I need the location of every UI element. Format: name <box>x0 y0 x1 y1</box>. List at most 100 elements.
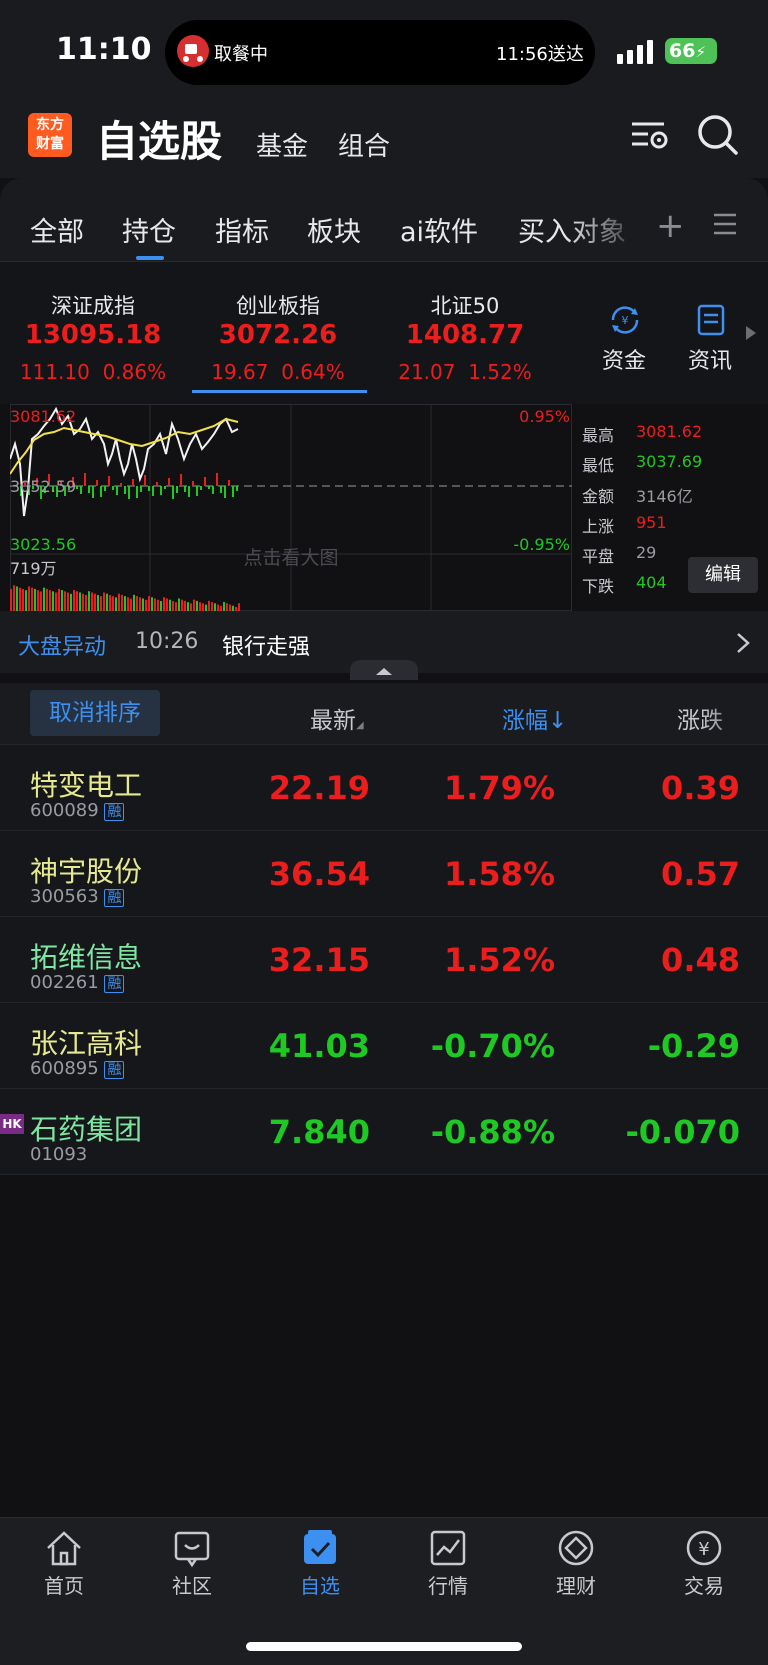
wealth-icon[interactable] <box>556 1528 596 1568</box>
stock-code: 600089 <box>30 800 99 821</box>
chart-volume-bars <box>10 585 240 611</box>
tab-overflow-fade <box>566 200 646 250</box>
menu-icon[interactable] <box>712 212 738 236</box>
news-label[interactable]: 资讯 <box>688 343 732 375</box>
nav-item-label[interactable]: 社区 <box>152 1570 232 1599</box>
page-title[interactable]: 自选股 <box>96 108 222 169</box>
chart-pct-low: -0.95% <box>513 535 570 554</box>
margin-trading-tag: 融 <box>104 889 125 907</box>
tab-sectors[interactable]: 板块 <box>307 210 361 249</box>
stat-label: 金额 <box>582 487 615 506</box>
stock-code: 01093 <box>30 1144 88 1165</box>
stock-change: -0.29 <box>647 1027 740 1065</box>
edit-stats-button[interactable]: 编辑 <box>688 557 758 593</box>
add-group-button[interactable]: + <box>656 206 685 246</box>
stock-change: 0.57 <box>661 855 740 893</box>
status-time: 11:10 <box>56 32 152 67</box>
column-latest-price[interactable]: 最新◢ <box>310 701 364 735</box>
chevron-right-icon[interactable] <box>746 326 756 340</box>
fund-flow-label[interactable]: 资金 <box>602 343 646 375</box>
tab-all[interactable]: 全部 <box>30 210 84 249</box>
market-icon[interactable] <box>428 1528 468 1568</box>
index-change-pct: 0.86% <box>102 360 167 384</box>
stat-label: 平盘 <box>582 547 615 566</box>
tab-ai-software[interactable]: ai软件 <box>400 210 478 249</box>
header-nav-portfolio[interactable]: 组合 <box>338 126 390 163</box>
stock-name: 拓维信息 <box>30 941 143 974</box>
community-icon[interactable] <box>172 1528 212 1568</box>
stock-price: 41.03 <box>268 1027 370 1065</box>
tab-holdings[interactable]: 持仓 <box>122 210 176 249</box>
index-change: 19.67 0.64% <box>188 360 368 384</box>
stat-value: 951 <box>636 513 667 532</box>
market-alert-label: 大盘异动 <box>18 635 107 660</box>
tab-active-indicator <box>136 256 164 260</box>
watchlist-icon[interactable] <box>300 1528 340 1568</box>
charging-icon: ⚡ <box>695 43 706 61</box>
index-change: 21.07 1.52% <box>375 360 555 384</box>
stat-label: 最低 <box>582 456 615 475</box>
news-icon[interactable] <box>693 302 729 338</box>
nav-item-label[interactable]: 首页 <box>24 1570 104 1599</box>
margin-trading-tag: 融 <box>104 1061 125 1079</box>
header-nav-fund[interactable]: 基金 <box>256 126 308 163</box>
nav-item-label[interactable]: 交易 <box>664 1570 744 1599</box>
index-change-pct: 0.64% <box>281 360 345 384</box>
chart-high-label: 3081.62 <box>10 407 76 426</box>
index-name: 深证成指 <box>51 294 135 318</box>
fund-flow-icon[interactable]: ¥ <box>607 302 643 338</box>
stat-value: 29 <box>636 543 657 562</box>
home-indicator <box>246 1642 522 1651</box>
chart-volume-label: 719万 <box>10 559 57 578</box>
battery-indicator: 66⚡ <box>665 38 717 64</box>
tab-indicators[interactable]: 指标 <box>215 210 269 249</box>
market-alert-text: 银行走强 <box>222 635 311 660</box>
index-change: 111.10 0.86% <box>3 360 183 384</box>
nav-item-label[interactable]: 理财 <box>536 1570 616 1599</box>
index-selected-indicator <box>192 390 367 393</box>
search-icon[interactable] <box>697 114 739 156</box>
stock-change-pct: -0.70% <box>430 1027 555 1065</box>
stat-value: 3037.69 <box>636 452 703 471</box>
intraday-chart[interactable]: 3081.62 3052.59 3023.56 719万 0.95% -0.95… <box>10 404 572 611</box>
chart-watermark: 点击看大图 <box>243 547 338 569</box>
cellular-signal-icon <box>617 40 653 64</box>
cancel-sort-button[interactable]: 取消排序 <box>30 690 160 736</box>
index-value: 3072.26 <box>218 320 338 350</box>
svg-text:¥: ¥ <box>698 1539 709 1560</box>
chevron-right-icon[interactable] <box>736 632 750 654</box>
stock-code: 002261 <box>30 972 99 993</box>
index-name: 创业板指 <box>236 294 320 318</box>
chart-pct-high: 0.95% <box>519 407 570 426</box>
stock-change-pct: 1.79% <box>443 769 555 807</box>
stock-price: 36.54 <box>268 855 370 893</box>
column-latest-label: 最新 <box>310 708 356 734</box>
chart-low-label: 3023.56 <box>10 535 76 554</box>
stock-name: 石药集团 <box>30 1113 143 1146</box>
home-icon[interactable] <box>44 1528 84 1568</box>
nav-item-label[interactable]: 行情 <box>408 1570 488 1599</box>
chevron-up-icon <box>376 668 392 675</box>
delivery-rider-icon <box>177 35 209 67</box>
stat-value: 3146亿 <box>636 487 693 506</box>
stock-price: 22.19 <box>268 769 370 807</box>
stock-name: 特变电工 <box>30 769 143 802</box>
logo-line-2: 财富 <box>36 136 64 152</box>
stock-change-pct: -0.88% <box>430 1113 555 1151</box>
column-change-pct[interactable]: 涨幅↓ <box>502 701 567 735</box>
margin-trading-tag: 融 <box>104 803 125 821</box>
stock-code-line: 01093 <box>30 1144 87 1165</box>
margin-trading-tag: 融 <box>104 975 125 993</box>
index-value: 1408.77 <box>405 320 525 350</box>
stock-change: 0.48 <box>661 941 740 979</box>
stat-label: 最高 <box>582 426 615 445</box>
island-status-text: 取餐中 <box>214 44 268 65</box>
nav-item-label[interactable]: 自选 <box>280 1570 360 1599</box>
index-change-pct: 1.52% <box>468 360 532 384</box>
index-value: 13095.18 <box>24 320 162 350</box>
trade-icon[interactable]: ¥ <box>684 1528 724 1568</box>
watchlist-tab-bar <box>0 178 768 262</box>
collapse-chart-handle[interactable] <box>350 660 418 680</box>
list-settings-icon[interactable] <box>630 116 670 156</box>
stock-change-pct: 1.52% <box>443 941 555 979</box>
